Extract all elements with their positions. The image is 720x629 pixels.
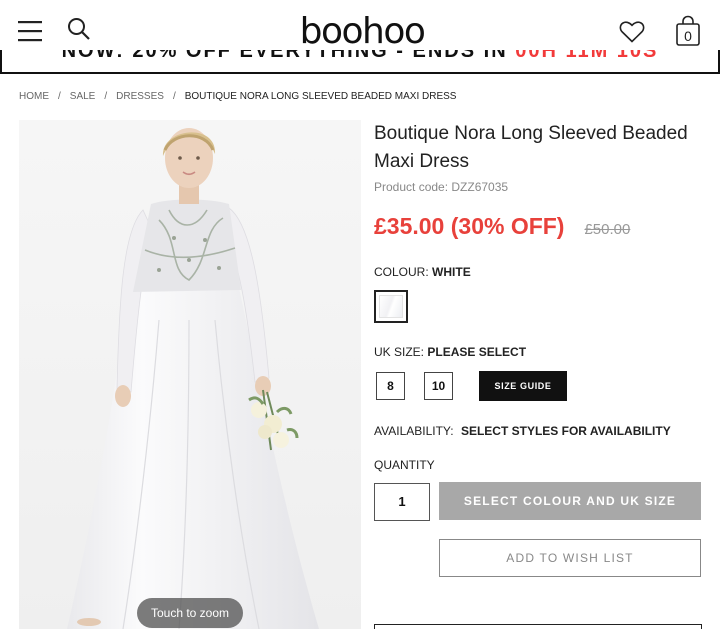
menu-icon[interactable]: [12, 14, 48, 48]
product-photo: [19, 120, 361, 629]
promo-message: NOW: 20% OFF EVERYTHING - ENDS IN: [61, 50, 516, 62]
breadcrumb-separator: /: [104, 91, 108, 102]
breadcrumb: HOME / SALE / DRESSES / BOUTIQUE NORA LO…: [19, 91, 456, 102]
colour-label: COLOUR: WHITE: [374, 265, 471, 279]
bag-icon[interactable]: 0: [668, 12, 708, 52]
bag-count-badge: 0: [684, 28, 692, 44]
colour-swatch-white[interactable]: [374, 290, 408, 323]
breadcrumb-current: BOUTIQUE NORA LONG SLEEVED BEADED MAXI D…: [184, 91, 457, 102]
size-label-text: UK SIZE:: [374, 345, 425, 359]
availability-value: SELECT STYLES FOR AVAILABILITY: [460, 424, 671, 438]
product-title: Boutique Nora Long Sleeved Beaded Maxi D…: [374, 123, 688, 172]
promo-countdown: 00H 11M 10S: [515, 50, 659, 62]
original-price: £50.00: [584, 221, 631, 238]
sale-price: £35.00 (30% OFF): [374, 213, 565, 239]
breadcrumb-sale[interactable]: SALE: [70, 91, 96, 102]
breadcrumb-separator: /: [58, 91, 61, 102]
size-option-8[interactable]: 8: [376, 372, 405, 400]
heart-icon[interactable]: [612, 14, 652, 50]
size-value: PLEASE SELECT: [427, 345, 527, 359]
breadcrumb-separator: /: [172, 91, 176, 102]
size-option-10[interactable]: 10: [424, 372, 453, 400]
add-to-bag-button[interactable]: SELECT COLOUR AND UK SIZE: [439, 482, 701, 520]
availability-label: AVAILABILITY: SELECT STYLES FOR AVAILABI…: [374, 424, 671, 438]
next-section-edge: [374, 624, 702, 629]
size-guide-button[interactable]: SIZE GUIDE: [479, 371, 567, 401]
colour-value: WHITE: [432, 265, 471, 279]
touch-to-zoom-button[interactable]: Touch to zoom: [137, 598, 243, 628]
swatch-image: [379, 295, 403, 318]
size-label: UK SIZE: PLEASE SELECT: [374, 345, 526, 359]
product-image[interactable]: Touch to zoom: [19, 120, 361, 629]
promo-text: NOW: 20% OFF EVERYTHING - ENDS IN 00H 11…: [2, 50, 718, 63]
quantity-label: QUANTITY: [374, 458, 435, 472]
quantity-input[interactable]: 1: [374, 483, 430, 521]
promo-banner[interactable]: NOW: 20% OFF EVERYTHING - ENDS IN 00H 11…: [0, 50, 720, 74]
product-code: Product code: DZZ67035: [374, 180, 509, 194]
brand-logo[interactable]: boohoo: [292, 10, 432, 54]
add-to-wishlist-button[interactable]: ADD TO WISH LIST: [439, 539, 701, 577]
availability-label-text: AVAILABILITY:: [374, 424, 454, 438]
colour-label-text: COLOUR:: [374, 265, 429, 279]
price-row: £35.00 (30% OFF) £50.00: [374, 213, 630, 240]
breadcrumb-home[interactable]: HOME: [19, 91, 49, 102]
search-icon[interactable]: [62, 12, 96, 46]
breadcrumb-dresses[interactable]: DRESSES: [116, 91, 164, 102]
